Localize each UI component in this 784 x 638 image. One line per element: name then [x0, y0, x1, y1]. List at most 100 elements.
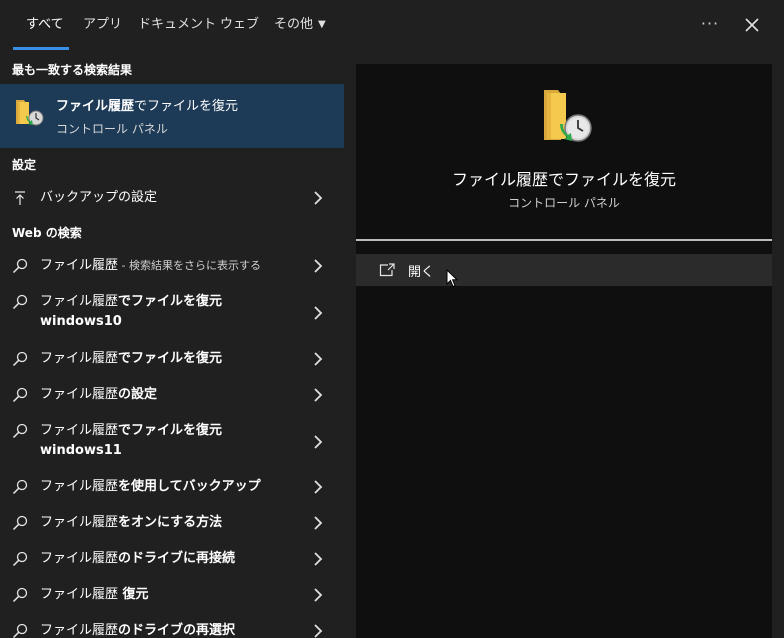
search-icon — [12, 551, 28, 567]
web-result-item[interactable]: ファイル履歴 - 検索結果をさらに表示する — [0, 254, 344, 278]
web-result-query: ファイル履歴 — [40, 623, 119, 638]
tab-apps-label: アプリ — [83, 17, 123, 32]
chevron-right-icon — [312, 587, 324, 603]
web-result-suggestion-line2: windows10 — [40, 314, 122, 329]
chevron-right-icon — [312, 190, 324, 206]
web-result-query: ファイル履歴 — [40, 551, 119, 566]
search-icon — [12, 587, 28, 603]
chevron-right-icon — [312, 434, 324, 450]
chevron-right-icon — [312, 258, 324, 274]
tab-documents[interactable]: ドキュメント — [138, 0, 216, 52]
close-button[interactable] — [736, 9, 768, 41]
web-result-item[interactable]: ファイル履歴でファイルを復元 windows10 — [0, 290, 344, 336]
search-icon — [12, 294, 28, 310]
search-icon — [12, 515, 28, 531]
best-match-subtitle: コントロール パネル — [56, 122, 168, 136]
file-history-folder-icon — [540, 86, 596, 146]
best-match-title-rest: でファイルを復元 — [134, 99, 239, 114]
chevron-right-icon — [312, 479, 324, 495]
web-result-suggestion: でファイルを復元 — [118, 423, 223, 438]
best-match-item[interactable]: ファイル履歴でファイルを復元 コントロール パネル — [0, 84, 344, 148]
arrow-up-bar-icon — [12, 190, 28, 206]
web-result-suggestion-line2: windows11 — [40, 443, 122, 458]
chevron-right-icon — [312, 515, 324, 531]
web-result-text: ファイル履歴でファイルを復元 windows11 — [40, 421, 222, 461]
results-list: 最も一致する検索結果 ファイル履歴でファイルを復元 コントロール パネル 設定 … — [0, 52, 344, 638]
search-icon — [12, 387, 28, 403]
best-match-title-bold: ファイル履歴 — [56, 99, 135, 114]
section-web: Web の検索 — [12, 226, 82, 240]
web-result-text: ファイル履歴 復元 — [40, 585, 149, 605]
web-result-query: ファイル履歴 — [40, 479, 119, 494]
web-result-text: ファイル履歴のドライブの再選択 — [40, 621, 235, 638]
settings-item-backup[interactable]: バックアップの設定 — [0, 186, 344, 210]
web-result-suggestion: のドライブの再選択 — [118, 623, 236, 638]
chevron-right-icon — [312, 351, 324, 367]
web-result-query: ファイル履歴 — [40, 587, 119, 602]
web-result-item[interactable]: ファイル履歴のドライブに再接続 — [0, 547, 344, 571]
web-result-item[interactable]: ファイル履歴でファイルを復元 — [0, 347, 344, 371]
web-result-suggestion: でファイルを復元 — [118, 351, 223, 366]
web-result-item[interactable]: ファイル履歴を使用してバックアップ — [0, 475, 344, 499]
web-result-suggestion: 復元 — [118, 587, 149, 602]
web-result-query: ファイル履歴 — [40, 387, 119, 402]
search-icon — [12, 423, 28, 439]
ellipsis-icon: ··· — [700, 14, 720, 33]
web-result-query: ファイル履歴 — [40, 258, 119, 273]
search-icon — [12, 623, 28, 638]
web-result-text: ファイル履歴を使用してバックアップ — [40, 477, 261, 497]
web-result-text: ファイル履歴 - 検索結果をさらに表示する — [40, 256, 261, 276]
web-result-hint: - 検索結果をさらに表示する — [118, 259, 261, 272]
search-icon — [12, 479, 28, 495]
web-result-item[interactable]: ファイル履歴 復元 — [0, 583, 344, 607]
search-icon — [12, 258, 28, 274]
chevron-right-icon — [312, 551, 324, 567]
open-action-button[interactable]: 開く — [356, 254, 772, 286]
tab-more[interactable]: その他 ▼ — [274, 0, 326, 52]
tab-more-label: その他 — [274, 17, 314, 32]
web-result-item[interactable]: ファイル履歴をオンにする方法 — [0, 511, 344, 535]
tab-apps[interactable]: アプリ — [83, 0, 122, 52]
tab-documents-label: ドキュメント — [138, 17, 217, 32]
web-result-query: ファイル履歴 — [40, 351, 119, 366]
settings-item-label: バックアップの設定 — [40, 190, 158, 205]
active-tab-indicator — [13, 47, 69, 50]
open-window-icon — [379, 262, 395, 277]
web-result-suggestion: を使用してバックアップ — [118, 479, 261, 494]
tab-web[interactable]: ウェブ — [220, 0, 259, 52]
more-options-button[interactable]: ··· — [694, 12, 726, 38]
web-result-item[interactable]: ファイル履歴のドライブの再選択 — [0, 619, 344, 638]
open-action-label: 開く — [408, 265, 435, 280]
chevron-right-icon — [312, 305, 324, 321]
mouse-cursor-icon — [446, 268, 459, 289]
web-result-text: ファイル履歴でファイルを復元 windows10 — [40, 292, 222, 332]
web-result-query: ファイル履歴 — [40, 423, 119, 438]
preview-subtitle: コントロール パネル — [508, 196, 620, 210]
chevron-right-icon — [312, 387, 324, 403]
web-result-item[interactable]: ファイル履歴でファイルを復元 windows11 — [0, 419, 344, 465]
chevron-right-icon — [312, 623, 324, 638]
preview-divider — [356, 239, 772, 241]
web-result-suggestion: のドライブに再接続 — [118, 551, 236, 566]
section-settings: 設定 — [12, 158, 37, 172]
web-result-suggestion: をオンにする方法 — [118, 515, 223, 530]
chevron-down-icon: ▼ — [318, 19, 326, 30]
tab-all[interactable]: すべて — [26, 0, 64, 52]
search-tab-bar: すべて アプリ ドキュメント ウェブ その他 ▼ ··· — [0, 0, 784, 52]
tab-web-label: ウェブ — [220, 17, 260, 32]
web-result-query: ファイル履歴 — [40, 294, 119, 309]
close-icon — [745, 18, 759, 32]
web-result-text: ファイル履歴をオンにする方法 — [40, 513, 222, 533]
web-result-query: ファイル履歴 — [40, 515, 119, 530]
web-result-item[interactable]: ファイル履歴の設定 — [0, 383, 344, 407]
web-result-suggestion: の設定 — [118, 387, 158, 402]
file-history-folder-icon — [14, 96, 46, 128]
web-result-text: ファイル履歴でファイルを復元 — [40, 349, 222, 369]
best-match-title: ファイル履歴でファイルを復元 — [56, 95, 238, 114]
preview-title: ファイル履歴でファイルを復元 — [451, 170, 676, 189]
web-result-suggestion: でファイルを復元 — [118, 294, 223, 309]
web-result-text: ファイル履歴の設定 — [40, 385, 157, 405]
section-best-match: 最も一致する検索結果 — [12, 63, 133, 77]
web-result-text: ファイル履歴のドライブに再接続 — [40, 549, 235, 569]
preview-pane: ファイル履歴でファイルを復元 コントロール パネル 開く — [356, 64, 772, 638]
